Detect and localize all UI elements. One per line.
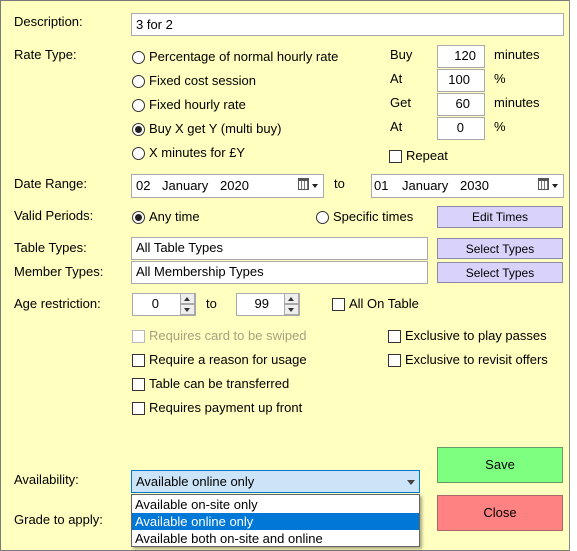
grade-to-apply-label: Grade to apply: (14, 512, 103, 527)
at-percent-input-1[interactable]: 100 (437, 69, 485, 92)
chevron-down-icon[interactable] (407, 480, 415, 485)
age-restriction-label: Age restriction: (14, 296, 101, 311)
date-to-label: to (334, 176, 345, 191)
exclusive-play-passes-checkbox[interactable] (388, 330, 401, 343)
exclusive-play-passes-label: Exclusive to play passes (405, 328, 547, 343)
transferable-label: Table can be transferred (149, 376, 290, 391)
any-time-radio[interactable] (132, 211, 145, 224)
rate-fixed-hourly-label: Fixed hourly rate (149, 97, 246, 112)
select-table-types-button[interactable]: Select Types (437, 238, 563, 259)
chevron-down-icon[interactable] (312, 184, 318, 188)
availability-option[interactable]: Available on-site only (132, 496, 419, 513)
get-label: Get (390, 95, 411, 110)
rate-multi-buy-label: Buy X get Y (multi buy) (149, 121, 282, 136)
require-reason-label: Require a reason for usage (149, 352, 307, 367)
member-types-field: All Membership Types (131, 261, 428, 284)
rate-fixed-cost-radio[interactable] (132, 75, 145, 88)
requires-card-label: Requires card to be swiped (149, 328, 307, 343)
availability-selected-value: Available online only (136, 474, 255, 489)
date-from-picker[interactable]: 02 January 2020 (131, 174, 324, 198)
all-on-table-checkbox[interactable] (332, 298, 345, 311)
require-reason-checkbox[interactable] (132, 354, 145, 367)
date-to-year: 2030 (460, 178, 489, 193)
date-range-label: Date Range: (14, 176, 87, 191)
payment-up-front-label: Requires payment up front (149, 400, 303, 415)
spin-up-icon[interactable] (284, 293, 299, 304)
rate-fixed-hourly-radio[interactable] (132, 99, 145, 112)
rate-x-minutes-radio[interactable] (132, 147, 145, 160)
spin-down-icon[interactable] (180, 304, 195, 315)
save-button[interactable]: Save (437, 447, 563, 483)
chevron-down-icon[interactable] (552, 184, 558, 188)
date-from-day: 02 (136, 178, 151, 193)
get-minutes-input[interactable]: 60 (437, 93, 485, 116)
specific-times-label: Specific times (333, 209, 414, 224)
at-label-2: At (390, 119, 403, 134)
rate-percentage-radio[interactable] (132, 51, 145, 64)
date-to-month: January (402, 178, 449, 193)
date-to-picker[interactable]: 01 January 2030 (371, 174, 564, 198)
age-min-spinner[interactable] (180, 293, 195, 315)
at-label-1: At (390, 71, 403, 86)
availability-select[interactable]: Available online only (131, 470, 420, 493)
buy-minutes-input[interactable]: 120 (437, 45, 485, 68)
table-types-label: Table Types: (14, 240, 87, 255)
rate-percentage-label: Percentage of normal hourly rate (149, 49, 339, 64)
repeat-label: Repeat (406, 148, 448, 163)
at-unit-1: % (494, 71, 506, 86)
date-from-year: 2020 (220, 178, 249, 193)
exclusive-revisit-label: Exclusive to revisit offers (405, 352, 548, 367)
date-from-month: January (162, 178, 209, 193)
availability-option-highlighted[interactable]: Available online only (132, 513, 419, 530)
rate-fixed-cost-label: Fixed cost session (149, 73, 256, 88)
transferable-checkbox[interactable] (132, 378, 145, 391)
date-to-day: 01 (374, 178, 389, 193)
valid-periods-label: Valid Periods: (14, 208, 94, 223)
repeat-checkbox[interactable] (389, 150, 402, 163)
rate-type-label: Rate Type: (14, 47, 77, 62)
any-time-label: Any time (149, 209, 200, 224)
at-unit-2: % (494, 119, 506, 134)
calendar-icon[interactable] (538, 178, 549, 190)
get-unit: minutes (494, 95, 540, 110)
availability-label: Availability: (14, 472, 79, 487)
rate-x-minutes-label: X minutes for £Y (149, 145, 246, 160)
window-frame-edge (569, 0, 577, 551)
select-member-types-button[interactable]: Select Types (437, 262, 563, 283)
age-to-label: to (206, 296, 217, 311)
all-on-table-label: All On Table (349, 296, 419, 311)
close-button[interactable]: Close (437, 495, 563, 531)
calendar-icon[interactable] (298, 178, 309, 190)
at-percent-input-2[interactable]: 0 (437, 117, 485, 140)
rate-multi-buy-radio[interactable] (132, 123, 145, 136)
spin-down-icon[interactable] (284, 304, 299, 315)
specific-times-radio[interactable] (316, 211, 329, 224)
exclusive-revisit-checkbox[interactable] (388, 354, 401, 367)
buy-unit: minutes (494, 47, 540, 62)
availability-dropdown-list: Available on-site only Available online … (131, 494, 420, 547)
description-input[interactable]: 3 for 2 (131, 13, 564, 36)
spin-up-icon[interactable] (180, 293, 195, 304)
buy-label: Buy (390, 47, 413, 62)
requires-card-checkbox (132, 330, 145, 343)
age-max-spinner[interactable] (284, 293, 299, 315)
table-types-field: All Table Types (131, 237, 428, 260)
description-label: Description: (14, 14, 83, 29)
edit-times-button[interactable]: Edit Times (437, 206, 563, 228)
offer-editor-window: Description: 3 for 2 Rate Type: Percenta… (0, 0, 577, 551)
availability-option[interactable]: Available both on-site and online (132, 530, 419, 547)
member-types-label: Member Types: (14, 264, 104, 279)
payment-up-front-checkbox[interactable] (132, 402, 145, 415)
